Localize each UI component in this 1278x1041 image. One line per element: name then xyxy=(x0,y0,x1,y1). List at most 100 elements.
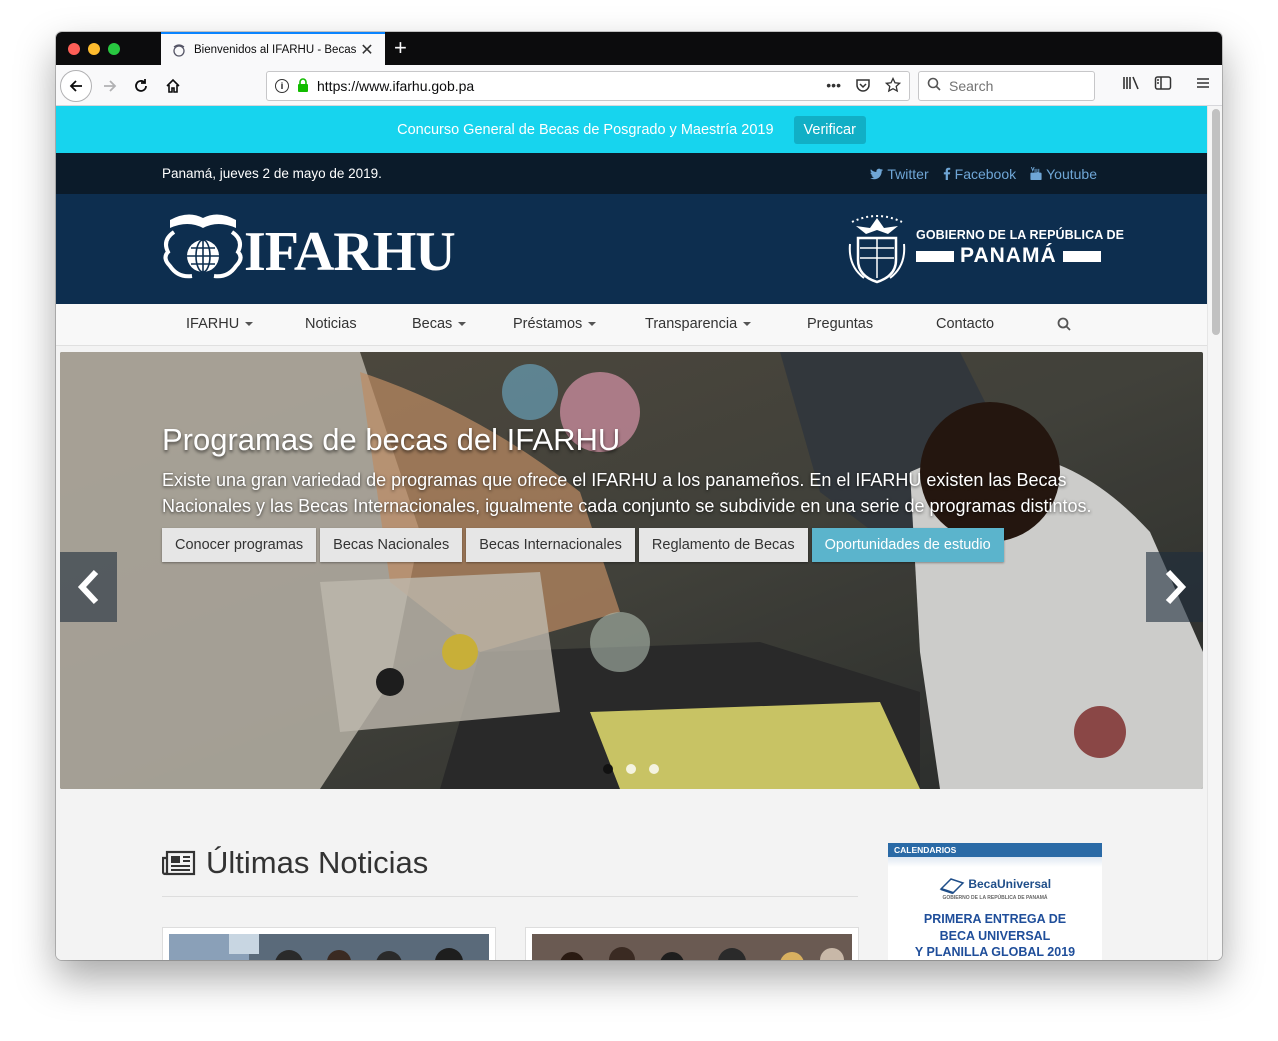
ifarhu-logo[interactable]: IFARHU xyxy=(158,206,456,284)
page-actions-icon[interactable]: ••• xyxy=(826,77,841,96)
news-card[interactable] xyxy=(162,927,496,960)
government-logo[interactable]: GOBIERNO DE LA REPÚBLICA DE PANAMÁ xyxy=(846,210,1124,286)
current-date: Panamá, jueves 2 de mayo de 2019. xyxy=(162,166,382,181)
hero-buttons: Conocer programas Becas Nacionales Becas… xyxy=(162,528,1004,562)
hero-background-image xyxy=(60,352,1203,789)
youtube-link[interactable]: Youtube xyxy=(1030,166,1097,182)
minimize-window-button[interactable] xyxy=(88,43,100,55)
caret-down-icon xyxy=(588,322,597,327)
nav-item-prestamos[interactable]: Préstamos xyxy=(513,316,597,332)
news-thumbnail-image xyxy=(532,934,852,960)
facebook-link[interactable]: Facebook xyxy=(943,166,1016,182)
book-icon xyxy=(939,878,965,895)
new-tab-button[interactable]: + xyxy=(394,36,407,60)
search-placeholder: Search xyxy=(949,78,994,94)
facebook-label: Facebook xyxy=(954,165,1017,182)
caret-down-icon xyxy=(743,322,752,327)
page-scrollbar[interactable] xyxy=(1207,106,1222,960)
page-content: Concurso General de Becas de Posgrado y … xyxy=(56,106,1207,960)
logo-text: IFARHU xyxy=(244,221,456,283)
home-button[interactable] xyxy=(160,73,186,99)
browser-window: Bienvenidos al IFARHU - Becas ✕ + i http… xyxy=(56,32,1222,960)
nav-item-ifarhu[interactable]: IFARHU xyxy=(186,316,254,332)
carousel-dot-3[interactable] xyxy=(649,764,659,774)
oportunidades-estudio-button[interactable]: Oportunidades de estudio xyxy=(811,528,1004,562)
news-heading-text: Últimas Noticias xyxy=(206,845,429,880)
reload-button[interactable] xyxy=(128,73,154,99)
social-links: Twitter Facebook Youtube xyxy=(870,166,1097,182)
becas-internacionales-button[interactable]: Becas Internacionales xyxy=(466,528,635,562)
close-window-button[interactable] xyxy=(68,43,80,55)
forward-button[interactable] xyxy=(97,73,123,99)
tab-title: Bienvenidos al IFARHU - Becas xyxy=(194,43,357,56)
promo-logo-sub: GOBIERNO DE LA REPÚBLICA DE PANAMÁ xyxy=(942,895,1048,901)
news-divider xyxy=(162,896,858,897)
top-info-bar: Panamá, jueves 2 de mayo de 2019. Twitte… xyxy=(56,153,1207,194)
caret-down-icon xyxy=(458,322,467,327)
news-thumbnail-image xyxy=(169,934,489,960)
hero-carousel: Programas de becas del IFARHU Existe una… xyxy=(60,352,1203,789)
tab-active[interactable]: Bienvenidos al IFARHU - Becas ✕ xyxy=(161,32,385,65)
flag-bar-left xyxy=(916,250,954,262)
facebook-icon xyxy=(943,167,950,180)
news-heading: Últimas Noticias xyxy=(162,845,428,881)
maximize-window-button[interactable] xyxy=(108,43,120,55)
back-button[interactable] xyxy=(60,70,92,102)
site-header: IFARHU GOBIERNO DE LA REPÚBLICA DE PANAM… xyxy=(56,194,1207,304)
scrollbar-thumb[interactable] xyxy=(1212,109,1220,335)
favicon-icon xyxy=(171,42,187,58)
news-card[interactable] xyxy=(525,927,859,960)
nav-item-preguntas[interactable]: Preguntas xyxy=(807,316,873,332)
coat-of-arms-icon xyxy=(848,215,906,284)
nav-search-icon[interactable] xyxy=(1057,317,1071,335)
youtube-label: Youtube xyxy=(1046,165,1097,182)
bookmark-star-icon[interactable] xyxy=(884,76,902,96)
calendar-promo-banner[interactable]: CALENDARIOS BecaUniversal GOBIERNO DE LA… xyxy=(888,843,1102,960)
sidebar-icon[interactable] xyxy=(1154,75,1172,95)
twitter-label: Twitter xyxy=(887,165,929,182)
promo-logo-text: BecaUniversal xyxy=(968,877,1052,892)
url-text: https://www.ifarhu.gob.pa xyxy=(317,78,475,94)
nav-item-transparencia[interactable]: Transparencia xyxy=(645,316,752,332)
nav-item-noticias[interactable]: Noticias xyxy=(305,316,357,332)
twitter-link[interactable]: Twitter xyxy=(870,165,929,182)
pocket-icon[interactable] xyxy=(855,77,871,96)
announcement-bar: Concurso General de Becas de Posgrado y … xyxy=(56,106,1207,153)
menu-icon[interactable] xyxy=(1195,75,1211,95)
newspaper-icon xyxy=(162,850,196,876)
announcement-text: Concurso General de Becas de Posgrado y … xyxy=(397,121,774,138)
carousel-prev-button[interactable] xyxy=(60,552,117,622)
youtube-icon xyxy=(1030,167,1042,180)
lock-icon[interactable] xyxy=(297,77,309,95)
search-icon xyxy=(927,77,941,95)
hero-title: Programas de becas del IFARHU xyxy=(162,422,621,457)
twitter-icon xyxy=(870,168,884,179)
hero-description: Existe una gran variedad de programas qu… xyxy=(162,470,1092,516)
address-bar[interactable]: i https://www.ifarhu.gob.pa ••• xyxy=(266,71,910,101)
tab-strip: Bienvenidos al IFARHU - Becas ✕ + xyxy=(56,32,1222,65)
chevron-right-icon xyxy=(1165,569,1186,605)
caret-down-icon xyxy=(245,322,254,327)
flag-bar-right xyxy=(1062,250,1101,262)
logo-emblem-icon xyxy=(163,214,243,279)
gov-line1: GOBIERNO DE LA REPÚBLICA DE xyxy=(916,228,1125,242)
promo-text: PRIMERA ENTREGA DE BECA UNIVERSAL Y PLAN… xyxy=(914,912,1076,959)
library-icon[interactable] xyxy=(1122,75,1140,95)
carousel-dot-2[interactable] xyxy=(626,764,636,774)
chevron-left-icon xyxy=(77,569,98,605)
becas-nacionales-button[interactable]: Becas Nacionales xyxy=(320,528,463,562)
conocer-programas-button[interactable]: Conocer programas xyxy=(162,528,317,562)
main-navigation: IFARHU Noticias Becas Préstamos Transpar… xyxy=(56,304,1207,346)
carousel-dot-1[interactable] xyxy=(603,764,613,774)
carousel-indicators xyxy=(603,764,659,774)
carousel-next-button[interactable] xyxy=(1146,552,1203,622)
search-bar[interactable]: Search xyxy=(918,71,1095,101)
info-icon[interactable]: i xyxy=(275,79,289,93)
beca-universal-logo: BecaUniversal GOBIERNO DE LA REPÚBLICA D… xyxy=(888,875,1102,901)
nav-item-becas[interactable]: Becas xyxy=(412,316,467,332)
close-tab-icon[interactable]: ✕ xyxy=(359,40,375,60)
reglamento-becas-button[interactable]: Reglamento de Becas xyxy=(638,528,808,562)
nav-item-contacto[interactable]: Contacto xyxy=(936,316,994,332)
gov-line2: PANAMÁ xyxy=(960,244,1057,267)
verify-button[interactable]: Verificar xyxy=(793,115,866,144)
